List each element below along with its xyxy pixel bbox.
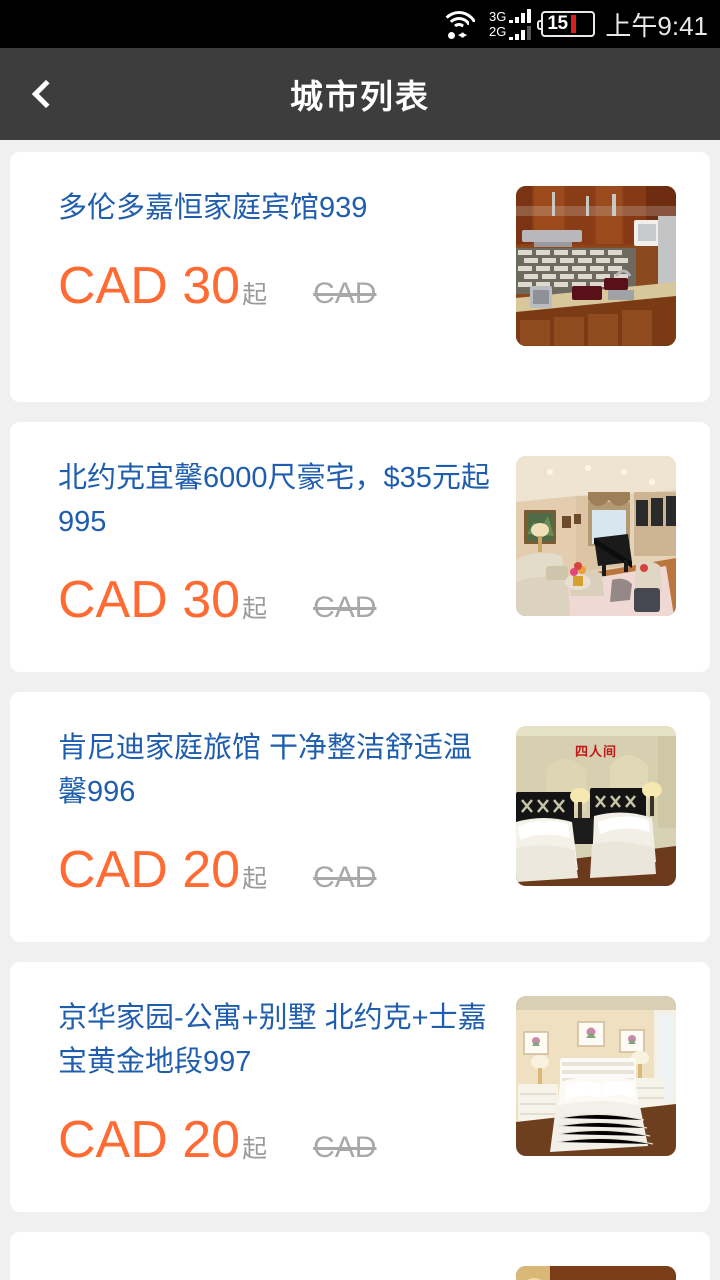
listing-title: 京华家园-公寓+别墅 北约克+士嘉宝黄金地段997 <box>58 1002 487 1078</box>
listing-price-unit: 起 <box>242 281 268 309</box>
back-button[interactable] <box>0 48 92 140</box>
wifi-icon: ◂▸ <box>439 8 479 41</box>
listing-price: CAD 20 <box>58 841 241 899</box>
listing-info: 多伦多嘉恒家庭宾馆939 CAD 30 起 CAD <box>58 186 516 316</box>
listing-price: CAD 20 <box>58 1111 241 1169</box>
listing-info: 京华家园-公寓+别墅 北约克+士嘉宝黄金地段997 CAD 20 起 CAD <box>58 996 516 1170</box>
battery-fill <box>570 15 576 33</box>
listing-info <box>58 1266 516 1280</box>
listing-info: 肯尼迪家庭旅馆 干净整洁舒适温馨996 CAD 20 起 CAD <box>58 726 516 900</box>
svg-text:四人间: 四人间 <box>575 744 617 760</box>
listing-price-unit: 起 <box>242 865 268 893</box>
listing-old-price: CAD <box>313 277 377 310</box>
title-bar: 城市列表 <box>0 48 720 140</box>
listing-photo-white-bedroom[interactable] <box>516 996 676 1156</box>
listing-title: 多伦多嘉恒家庭宾馆939 <box>58 192 368 224</box>
signal-bars-sim1 <box>509 8 532 23</box>
listing-photo-kitchen[interactable] <box>516 186 676 346</box>
battery-icon: 15 <box>537 11 596 37</box>
listing-price: CAD 30 <box>58 571 241 629</box>
listing-old-price: CAD <box>313 861 377 894</box>
listing-title: 北约克宜馨6000尺豪宅，$35元起995 <box>58 462 490 538</box>
list-item[interactable] <box>10 1232 710 1280</box>
price-row: CAD 30 起 CAD <box>58 256 498 316</box>
listing-photo-living-room[interactable] <box>516 456 676 616</box>
listing-info: 北约克宜馨6000尺豪宅，$35元起995 CAD 30 起 CAD <box>58 456 516 630</box>
battery-level-label: 15 <box>547 13 568 34</box>
listing-price-unit: 起 <box>242 1135 268 1163</box>
signal-bars-sim2 <box>509 25 532 40</box>
cellular-signal-icon: 3G 2G <box>489 7 532 41</box>
network-label-2g: 2G <box>489 24 507 39</box>
network-label-3g: 3G <box>489 9 507 24</box>
listing-photo-twin-beds[interactable]: 四人间 <box>516 726 676 886</box>
listing-list[interactable]: 多伦多嘉恒家庭宾馆939 CAD 30 起 CAD 北约克宜馨6000尺豪宅，$… <box>0 140 720 1280</box>
price-row: CAD 20 起 CAD <box>58 1110 498 1170</box>
listing-photo-partial[interactable] <box>516 1266 676 1280</box>
page-title: 城市列表 <box>290 78 430 115</box>
price-row: CAD 20 起 CAD <box>58 840 498 900</box>
list-item[interactable]: 多伦多嘉恒家庭宾馆939 CAD 30 起 CAD <box>10 152 710 402</box>
list-item[interactable]: 肯尼迪家庭旅馆 干净整洁舒适温馨996 CAD 20 起 CAD 四人间 <box>10 692 710 942</box>
status-bar-icons: ◂▸ 3G 2G 15 上午9:41 <box>439 6 708 43</box>
listing-price-unit: 起 <box>242 595 268 623</box>
price-row: CAD 30 起 CAD <box>58 570 498 630</box>
status-bar: ◂▸ 3G 2G 15 上午9:41 <box>0 0 720 48</box>
status-bar-clock: 上午9:41 <box>605 10 708 41</box>
listing-price: CAD 30 <box>58 257 241 315</box>
listing-old-price: CAD <box>313 1131 377 1164</box>
listing-old-price: CAD <box>313 591 377 624</box>
list-item[interactable]: 京华家园-公寓+别墅 北约克+士嘉宝黄金地段997 CAD 20 起 CAD <box>10 962 710 1212</box>
chevron-left-icon <box>31 79 61 109</box>
listing-title: 肯尼迪家庭旅馆 干净整洁舒适温馨996 <box>58 732 473 808</box>
list-item[interactable]: 北约克宜馨6000尺豪宅，$35元起995 CAD 30 起 CAD <box>10 422 710 672</box>
